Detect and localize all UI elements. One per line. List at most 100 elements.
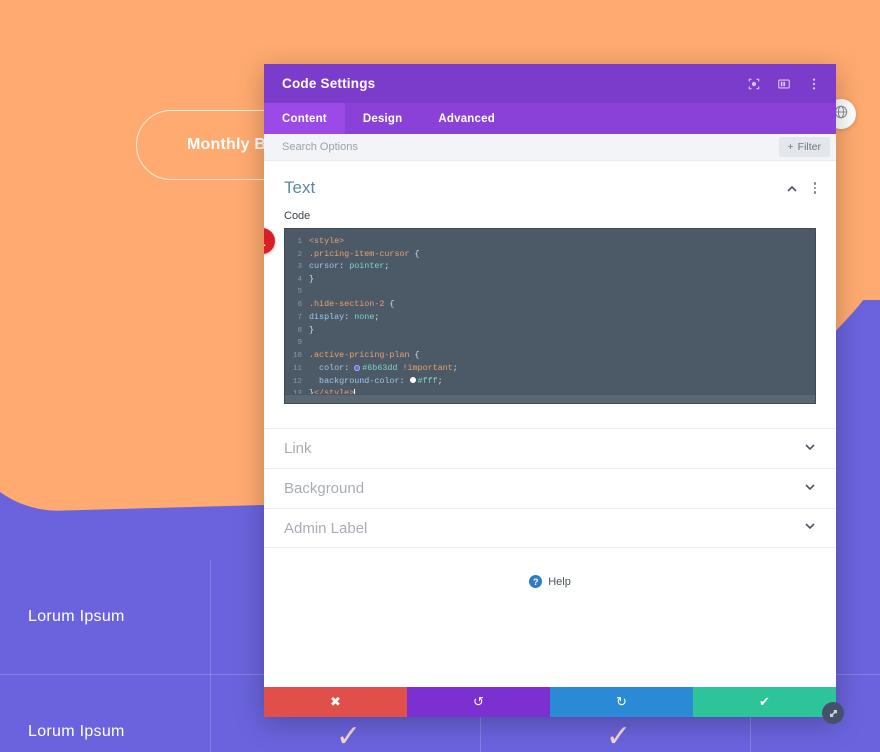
code-token: <style> [309, 236, 345, 246]
help-question-icon: ? [529, 575, 543, 588]
code-line-text: .hide-section-2 { [309, 298, 394, 311]
undo-button[interactable]: ↺ [407, 687, 550, 717]
screen-canvas: Monthly Bi Lorum Ipsum Lorum Ipsum ✓ ✓ C… [0, 0, 880, 752]
search-bar: + Filter [264, 134, 836, 161]
code-editor[interactable]: 1 <style> 2 .pricing-item-cursor {3 cursor: … [284, 228, 816, 404]
code-token: display [309, 312, 345, 323]
code-line-text: display: none; [309, 311, 379, 324]
code-editor-wrap: 1 1 <style> 2 .pricing-item-cursor { 3 cursor… [264, 228, 816, 404]
step-badge-1: 1 [264, 228, 275, 254]
chevron-down-icon[interactable] [804, 440, 816, 458]
help-link[interactable]: ? Help [264, 575, 836, 588]
code-line: 7 display: none; [285, 311, 815, 324]
globe-icon [834, 105, 848, 124]
code-line: 1 <style> [285, 235, 815, 248]
accordion-list: Link Background Admin Label [264, 428, 836, 548]
tab-content-label: Content [282, 112, 327, 125]
tab-design[interactable]: Design [345, 103, 421, 134]
accordion-link-label: Link [284, 440, 312, 457]
resize-handle[interactable] [822, 702, 844, 724]
tab-advanced[interactable]: Advanced [420, 103, 513, 134]
text-section-header: Text [264, 161, 836, 204]
code-token: background-color [309, 375, 400, 386]
modal-body: Text Code 1 1 <style> 2 .pricing-item-curso… [264, 161, 836, 687]
plus-icon: + [787, 141, 794, 153]
modal-header: Code Settings [264, 64, 836, 103]
code-token: ; [437, 375, 443, 386]
accordion-admin-label-label: Admin Label [284, 519, 368, 537]
code-line: 3 cursor: pointer; [285, 260, 815, 273]
feature-row-label: Lorum Ipsum [28, 608, 125, 625]
checkmark-icon: ✔ [759, 694, 770, 709]
code-line-text: .pricing-item-cursor { [309, 248, 420, 261]
code-line: 11 color: #6b63dd !important; [285, 362, 815, 375]
section-tools [786, 180, 819, 196]
code-token: #6b63dd [362, 362, 398, 373]
code-line-number: 7 [297, 314, 302, 323]
code-token: color [309, 362, 345, 373]
accordion-background[interactable]: Background [264, 468, 836, 508]
code-field-label: Code [284, 210, 311, 222]
feature-check-icon: ✓ [336, 720, 362, 752]
code-token: pointer [349, 261, 385, 272]
undo-arrow-icon: ↺ [473, 694, 484, 709]
code-token: ; [374, 312, 380, 323]
chevron-down-icon[interactable] [804, 480, 816, 498]
code-token: { [414, 350, 420, 361]
chevron-down-icon[interactable] [804, 519, 816, 537]
code-line-number: 1 [297, 238, 302, 246]
code-token: : [344, 362, 355, 373]
code-line-number: 9 [297, 338, 302, 347]
color-swatch-icon [354, 364, 361, 371]
code-token: !important [402, 362, 453, 373]
code-editor-statusbar [285, 394, 815, 403]
code-line-text: background-color: #fff; [309, 375, 443, 388]
color-swatch-icon [409, 377, 416, 384]
close-x-icon: ✖ [330, 694, 341, 709]
code-line-number: 12 [292, 377, 302, 386]
code-line-number: 2 [297, 250, 302, 259]
accordion-background-label: Background [284, 480, 365, 497]
code-token: : [399, 375, 410, 386]
code-token: : [339, 261, 350, 272]
accordion-link[interactable]: Link [264, 428, 836, 468]
code-line-number: 10 [292, 352, 302, 361]
filter-button[interactable]: + Filter [778, 137, 830, 157]
chevron-up-icon[interactable] [786, 182, 798, 194]
code-token: ; [452, 362, 458, 373]
cancel-button[interactable]: ✖ [264, 687, 407, 717]
code-token: .active-pricing-plan [309, 350, 415, 361]
code-line-number: 11 [292, 364, 302, 373]
feature-row-label: Lorum Ipsum [28, 722, 125, 740]
billing-toggle-label: Monthly Bi [187, 136, 271, 153]
code-token: cursor [309, 261, 340, 272]
code-line-text: <style> [309, 235, 344, 248]
code-settings-modal: Code Settings Content Design Advanced Se… [264, 64, 836, 717]
focus-target-icon[interactable] [746, 76, 762, 92]
code-line-text: .active-pricing-plan { [309, 349, 420, 362]
save-button[interactable]: ✔ [693, 687, 836, 717]
redo-button[interactable]: ↻ [550, 687, 693, 717]
code-token: { [389, 299, 395, 310]
help-label: Help [548, 575, 571, 588]
modal-header-actions [746, 76, 822, 92]
code-line-number: 6 [297, 301, 302, 310]
code-line-text: color: #6b63dd !important; [309, 362, 458, 375]
code-token: } [309, 324, 315, 335]
code-line: 12 background-color: #fff; [285, 375, 815, 388]
code-line: 10 .active-pricing-plan { [285, 349, 815, 362]
panel-layout-icon[interactable] [776, 76, 792, 92]
code-line-text: } [309, 324, 314, 337]
search-input[interactable] [282, 141, 779, 153]
code-line: 4} [285, 273, 815, 286]
code-line: 6 .hide-section-2 { [285, 298, 815, 311]
code-token: none [354, 312, 375, 323]
code-token: : [344, 312, 355, 323]
tab-advanced-label: Advanced [438, 112, 495, 125]
accordion-admin-label[interactable]: Admin Label [264, 508, 836, 548]
code-line-number: 3 [297, 263, 302, 272]
kebab-menu-icon[interactable] [806, 76, 822, 92]
tab-content[interactable]: Content [264, 103, 345, 134]
section-kebab-menu-icon[interactable] [812, 180, 819, 196]
filter-button-label: Filter [797, 141, 821, 153]
